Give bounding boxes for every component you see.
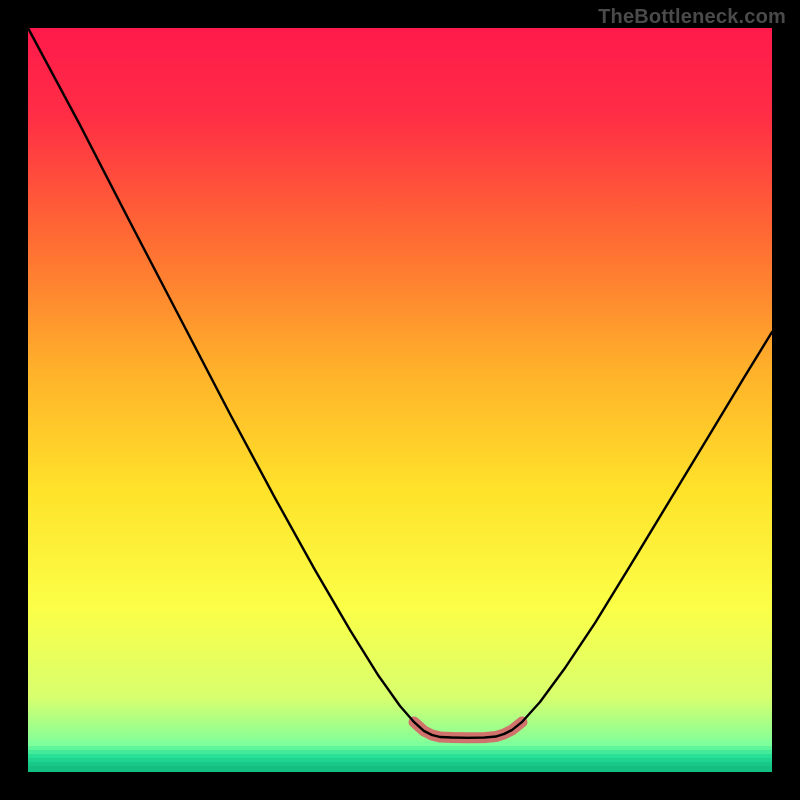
- chart-container: { "watermark": "TheBottleneck.com", "cha…: [0, 0, 800, 800]
- plot-background: [28, 28, 772, 772]
- bottleneck-chart: [0, 0, 800, 800]
- bottom-green-stripes: [28, 742, 772, 772]
- watermark-text: TheBottleneck.com: [598, 6, 786, 29]
